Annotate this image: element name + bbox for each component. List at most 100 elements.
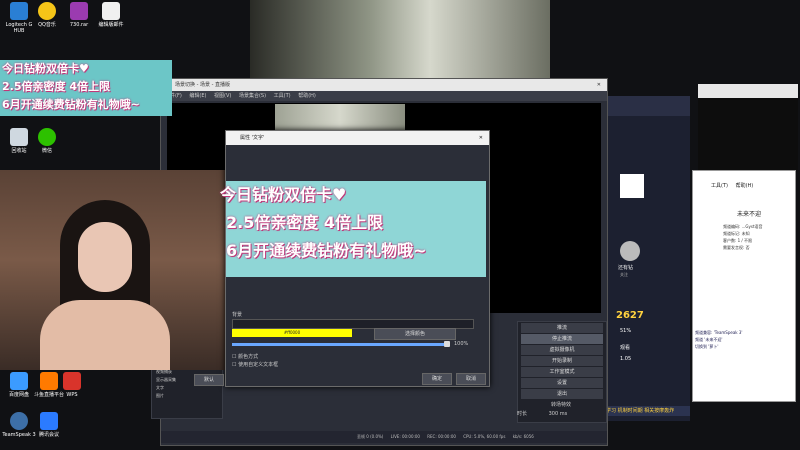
channel-header: 未来不迎 [737, 211, 762, 218]
dropped-frames: 丢帧 0 (0.0%) [357, 434, 384, 439]
wps-icon [63, 372, 81, 390]
channel-info-row: 需要发言权: 否 [723, 245, 750, 250]
chat-message: 频道 '未来不迎' [695, 337, 723, 342]
desktop-icon-rar[interactable]: 730.rar [62, 2, 96, 28]
webcam-person-body [40, 300, 170, 370]
dialog-title: 属性 '文字' [240, 135, 265, 141]
select-color-button[interactable]: 选择颜色 [374, 328, 456, 340]
stat-3: 1.05 [620, 356, 632, 362]
chat-log: 频道兼容: 'TeamSpeak 3' 频道 '未来不迎' 切换到 '萝卜' [695, 329, 743, 350]
properties-dialog: 属性 '文字' ✕ 今日钻粉双倍卡♥ 2.5倍亲密度 4倍上限 6月开通续费钻粉… [220, 130, 490, 387]
banner-line-3: 6月开通续费钻粉有礼物哦~ [2, 98, 140, 111]
document-icon [102, 2, 120, 20]
close-icon[interactable]: ✕ [597, 79, 601, 91]
preview-line-1: 今日钻粉双倍卡♥ [220, 185, 347, 204]
exit-button[interactable]: 退出 [521, 389, 603, 399]
checkbox-custom-textbox[interactable]: ☐ 使用自定义文本框 [232, 361, 278, 368]
menu-help[interactable]: 帮助(H) [298, 93, 316, 99]
room-number: 2627 [616, 310, 644, 321]
teamspeak-menu: 工具(T) 帮助(H) [693, 181, 795, 191]
banner-line-1: 今日钻粉双倍卡♥ [2, 62, 89, 75]
channel-info: 频道编码: ...Gyst语音 频道标记: 未知 客户数: 1 / 不限 需要发… [723, 223, 763, 251]
preview-line-2: 2.5倍亲密度 4倍上限 [226, 213, 384, 232]
desktop-icon-wps[interactable]: WPS [60, 372, 84, 398]
settings-button[interactable]: 设置 [521, 378, 603, 388]
wechat-icon [38, 128, 56, 146]
streamer-name: 还有钻 [618, 265, 634, 271]
desktop-icon-baidu[interactable]: 百度网盘 [2, 372, 36, 398]
color-swatch: #ff0000 [232, 329, 352, 337]
start-stream-button[interactable]: 推流 [521, 323, 603, 333]
transitions-label: 转场特效 [550, 402, 571, 408]
stream-window: 还有钻 关注 2627 51% 观看 1.05 学习 机制时间期 相关按摩轰炸 [606, 96, 690, 421]
checkbox-label: 颜色方式 [238, 354, 259, 360]
channel-info-row: 客户数: 1 / 不限 [723, 238, 753, 243]
desktop-icon-wechat[interactable]: 微信 [30, 128, 64, 154]
meeting-icon [40, 412, 58, 430]
menu-tools[interactable]: 工具(T) [711, 183, 728, 189]
chat-message: 频道兼容: 'TeamSpeak 3' [695, 330, 743, 335]
ok-button[interactable]: 确定 [422, 373, 452, 385]
stream-window-header [606, 96, 690, 116]
douyu-icon [40, 372, 58, 390]
desktop-icon-teamspeak[interactable]: TeamSpeak 3 [2, 412, 36, 438]
promo-banner: 今日钻粉双倍卡♥ 2.5倍亲密度 4倍上限 6月开通续费钻粉有礼物哦~ [0, 60, 172, 116]
cpu-usage: CPU: 5.0%, 60.00 fps [463, 434, 506, 439]
obs-statusbar: 丢帧 0 (0.0%) LIVE: 00:00:00 REC: 00:00:00… [161, 431, 607, 443]
qr-code-icon [620, 174, 644, 198]
desktop-icon-qqmusic[interactable]: QQ音乐 [30, 2, 64, 28]
bitrate: kb/s: 6056 [512, 434, 534, 439]
start-recording-button[interactable]: 开始录制 [521, 356, 603, 366]
stat-2: 观看 [620, 345, 631, 351]
defaults-button[interactable]: 默认 [194, 374, 224, 386]
obs-title: 场景切换 - 场景 - 直播版 [175, 82, 230, 88]
chat-message: 切换到 '萝卜' [695, 344, 719, 349]
menu-view[interactable]: 视图(V) [214, 93, 231, 99]
teamspeak-window: 工具(T) 帮助(H) 未来不迎 频道编码: ...Gyst语音 频道标记: 未… [692, 170, 796, 402]
studio-mode-button[interactable]: 工作室模式 [521, 367, 603, 377]
menu-edit[interactable]: 编辑(E) [189, 93, 206, 99]
rec-time: 00:00:00 [437, 434, 456, 439]
transitions-panel: 转场特效 时长 300 ms [517, 401, 605, 423]
archive-icon [70, 2, 88, 20]
opacity-slider-handle[interactable] [444, 341, 450, 347]
background-photo-strip [275, 104, 405, 132]
background-photo [250, 0, 550, 80]
stat-1: 51% [620, 328, 632, 334]
viewer-panel [698, 84, 798, 170]
opacity-value[interactable]: 100% [454, 341, 468, 347]
source-item[interactable]: 图片 [152, 392, 222, 400]
menu-help[interactable]: 帮助(H) [736, 183, 754, 189]
live-label: LIVE: [390, 434, 401, 439]
teamspeak-icon [10, 412, 28, 430]
recycle-bin-icon [10, 128, 28, 146]
menu-scene-collection[interactable]: 场景集合(S) [239, 93, 266, 99]
duration-label: 时长 [517, 411, 528, 417]
dialog-text-preview: 今日钻粉双倍卡♥ 2.5倍亲密度 4倍上限 6月开通续费钻粉有礼物哦~ [220, 181, 486, 277]
dialog-titlebar: 属性 '文字' ✕ [226, 131, 489, 145]
banner-line-2: 2.5倍亲密度 4倍上限 [2, 80, 110, 93]
obs-menubar: 文件(F) 编辑(E) 视图(V) 场景集合(S) 工具(T) 帮助(H) [161, 91, 607, 101]
streamer-avatar[interactable] [620, 241, 640, 261]
obs-titlebar: 场景切换 - 场景 - 直播版 ✕ [161, 79, 607, 91]
live-time: 00:00:00 [401, 434, 420, 439]
channel-info-row: 频道编码: ...Gyst语音 [723, 224, 763, 229]
opacity-slider[interactable] [232, 343, 448, 346]
desktop-icon-document[interactable]: 编辑版邮件 [94, 2, 128, 28]
webcam-feed [0, 170, 226, 370]
channel-info-row: 频道标记: 未知 [723, 231, 750, 236]
checkbox-label: 使用自定义文本框 [238, 362, 279, 368]
stream-bottom-banner: 学习 机制时间期 相关按摩轰炸 [606, 406, 690, 416]
stop-stream-button[interactable]: 停止推流 [521, 334, 603, 344]
close-icon[interactable]: ✕ [479, 131, 483, 145]
followers-label: 关注 [620, 272, 628, 277]
duration-value[interactable]: 300 ms [549, 411, 568, 417]
checkbox-color-mode[interactable]: ☐ 颜色方式 [232, 353, 258, 360]
rec-label: REC: [427, 434, 437, 439]
menu-tools[interactable]: 工具(T) [274, 93, 291, 99]
desktop-icon-tencent-meeting[interactable]: 腾讯会议 [32, 412, 66, 438]
webcam-person-face [78, 222, 132, 292]
logitech-icon [10, 2, 28, 20]
cancel-button[interactable]: 取消 [456, 373, 486, 385]
virtual-camera-button[interactable]: 虚拟摄像机 [521, 345, 603, 355]
